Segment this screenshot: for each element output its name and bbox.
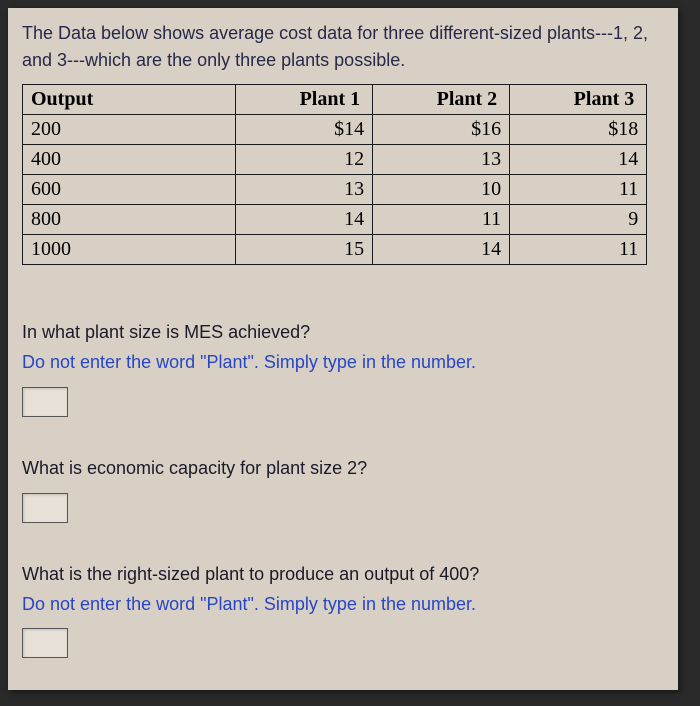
table-row: 1000 15 14 11 bbox=[23, 235, 647, 265]
question-1: In what plant size is MES achieved? Do n… bbox=[22, 319, 660, 441]
col-output: Output bbox=[23, 85, 236, 115]
q2-input[interactable] bbox=[22, 493, 68, 523]
col-plant1: Plant 1 bbox=[236, 85, 373, 115]
question-3: What is the right-sized plant to produce… bbox=[22, 561, 660, 683]
cost-table: Output Plant 1 Plant 2 Plant 3 200 $14 $… bbox=[22, 84, 647, 265]
cell-output: 800 bbox=[23, 205, 236, 235]
cell-output: 1000 bbox=[23, 235, 236, 265]
table-header-row: Output Plant 1 Plant 2 Plant 3 bbox=[23, 85, 647, 115]
cell-p3: 9 bbox=[510, 205, 647, 235]
cell-p2: $16 bbox=[373, 115, 510, 145]
q3-input[interactable] bbox=[22, 628, 68, 658]
cell-p3: 11 bbox=[510, 235, 647, 265]
cell-p1: 12 bbox=[236, 145, 373, 175]
cell-p1: $14 bbox=[236, 115, 373, 145]
cell-p2: 10 bbox=[373, 175, 510, 205]
intro-text: The Data below shows average cost data f… bbox=[22, 20, 660, 74]
question-2: What is economic capacity for plant size… bbox=[22, 455, 660, 547]
q1-prompt: In what plant size is MES achieved? bbox=[22, 319, 660, 347]
q1-hint: Do not enter the word "Plant". Simply ty… bbox=[22, 349, 660, 377]
table-row: 800 14 11 9 bbox=[23, 205, 647, 235]
cell-output: 400 bbox=[23, 145, 236, 175]
cell-p3: 14 bbox=[510, 145, 647, 175]
cell-p2: 11 bbox=[373, 205, 510, 235]
cell-p3: $18 bbox=[510, 115, 647, 145]
col-plant2: Plant 2 bbox=[373, 85, 510, 115]
table-row: 600 13 10 11 bbox=[23, 175, 647, 205]
q3-hint: Do not enter the word "Plant". Simply ty… bbox=[22, 591, 660, 619]
table-row: 400 12 13 14 bbox=[23, 145, 647, 175]
col-plant3: Plant 3 bbox=[510, 85, 647, 115]
q1-input[interactable] bbox=[22, 387, 68, 417]
cell-p1: 13 bbox=[236, 175, 373, 205]
cell-p1: 14 bbox=[236, 205, 373, 235]
q2-prompt: What is economic capacity for plant size… bbox=[22, 455, 660, 483]
cell-output: 200 bbox=[23, 115, 236, 145]
q3-prompt: What is the right-sized plant to produce… bbox=[22, 561, 660, 589]
cell-p2: 14 bbox=[373, 235, 510, 265]
table-row: 200 $14 $16 $18 bbox=[23, 115, 647, 145]
cell-p1: 15 bbox=[236, 235, 373, 265]
cell-p2: 13 bbox=[373, 145, 510, 175]
question-page: The Data below shows average cost data f… bbox=[8, 8, 678, 690]
cell-p3: 11 bbox=[510, 175, 647, 205]
cell-output: 600 bbox=[23, 175, 236, 205]
